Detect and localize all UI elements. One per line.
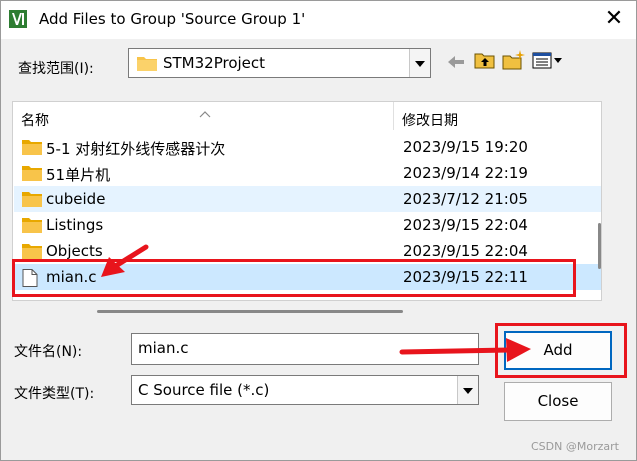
add-files-dialog: Add Files to Group 'Source Group 1' ✕ 查找… [0,0,637,461]
annotation-arrows [101,244,531,362]
watermark: CSDN @Morzart [531,440,619,453]
